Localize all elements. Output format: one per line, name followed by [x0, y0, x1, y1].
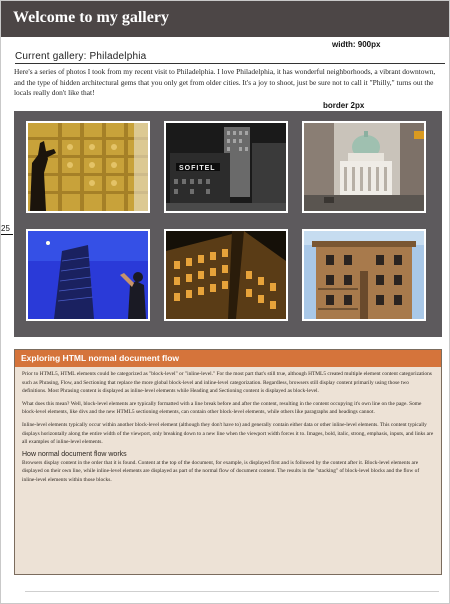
gallery-photo-4[interactable]: [26, 229, 150, 321]
photo-sofitel-night: SOFITEL: [166, 123, 286, 211]
margin-annotation: 25: [1, 224, 10, 233]
article-subheading: How normal document flow works: [22, 450, 127, 458]
article-paragraph-4: Browsers display content in the order th…: [22, 459, 420, 483]
gallery-photo-1[interactable]: [26, 121, 150, 213]
svg-text:SOFITEL: SOFITEL: [179, 165, 216, 172]
article-title: Exploring HTML normal document flow: [15, 350, 441, 367]
margin-annotation-line: [1, 234, 13, 235]
site-title: Welcome to my gallery: [13, 9, 169, 26]
photo-golden-facade: [166, 231, 286, 319]
page: Welcome to my gallery width: 900px Curre…: [0, 0, 450, 604]
article-box: Exploring HTML normal document flow Prio…: [14, 349, 442, 575]
site-header: Welcome to my gallery: [1, 1, 449, 37]
gallery-photo-2[interactable]: SOFITEL: [164, 121, 288, 213]
photo-gold-ceiling-statue: [28, 123, 148, 211]
photo-brick-building: [304, 231, 424, 319]
border-annotation: border 2px: [323, 101, 365, 110]
photo-blue-tower-night: [28, 231, 148, 319]
article-paragraph-1: Prior to HTML5, HTML elements could be c…: [22, 371, 432, 395]
article-paragraph-3: Inline-level elements typically occur wi…: [22, 421, 434, 446]
gallery-photo-5[interactable]: [164, 229, 288, 321]
gallery-intro: Here's a series of photos I took from my…: [14, 67, 436, 97]
gallery-frame: SOFITEL: [14, 111, 442, 337]
width-annotation: width: 900px: [332, 40, 381, 49]
gallery-photo-6[interactable]: [302, 229, 426, 321]
gallery-heading: Current gallery: Philadelphia: [15, 51, 445, 64]
article-paragraph-2: What does this mean? Well, block-level e…: [22, 400, 422, 416]
footer-divider: [25, 591, 439, 592]
article-body: Prior to HTML5, HTML elements could be c…: [15, 367, 441, 485]
photo-domed-building: [304, 123, 424, 211]
gallery-photo-3[interactable]: [302, 121, 426, 213]
